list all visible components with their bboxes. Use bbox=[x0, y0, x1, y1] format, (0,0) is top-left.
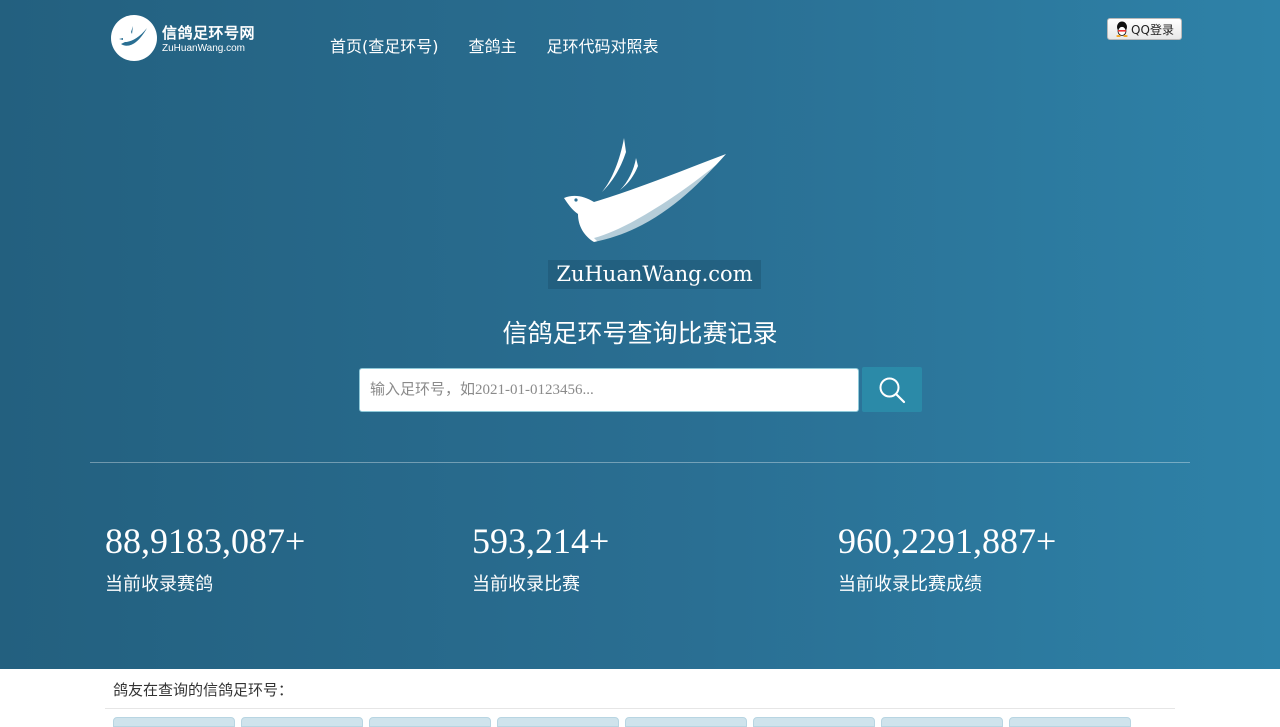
logo-subtitle: ZuHuanWang.com bbox=[162, 43, 245, 54]
logo-title: 信鸽足环号网 bbox=[162, 24, 256, 42]
recent-queries-title: 鸽友在查询的信鸽足环号： bbox=[113, 681, 294, 699]
stat-label: 当前收录比赛成绩 bbox=[838, 574, 982, 595]
ring-number-chip[interactable] bbox=[753, 717, 875, 727]
stat-value: 960,2291,887+ bbox=[838, 521, 1057, 561]
center-domain-text: ZuHuanWang.com bbox=[548, 260, 761, 289]
site-logo[interactable]: 信鸽足环号网 ZuHuanWang.com bbox=[110, 14, 270, 64]
center-logo: ZuHuanWang.com bbox=[548, 130, 768, 295]
ring-number-chip[interactable] bbox=[113, 717, 235, 727]
recent-divider bbox=[105, 708, 1175, 709]
stat-pigeons: 88,9183,087+ 当前收录赛鸽 bbox=[105, 520, 305, 596]
search-button[interactable] bbox=[862, 367, 922, 412]
hero-banner: 信鸽足环号网 ZuHuanWang.com 首页(查足环号) 查鸽主 足环代码对… bbox=[0, 0, 1280, 669]
stat-results: 960,2291,887+ 当前收录比赛成绩 bbox=[838, 520, 1056, 596]
recent-queries-section: 鸽友在查询的信鸽足环号： bbox=[0, 669, 1280, 727]
ring-number-chip[interactable] bbox=[369, 717, 491, 727]
hero-divider bbox=[90, 462, 1190, 463]
swallow-logo-icon bbox=[564, 138, 726, 244]
qq-login-label: QQ登录 bbox=[1131, 22, 1174, 37]
nav-item-code-table[interactable]: 足环代码对照表 bbox=[547, 33, 659, 57]
stat-value: 88,9183,087+ bbox=[105, 521, 306, 561]
stat-races: 593,214+ 当前收录比赛 bbox=[472, 520, 609, 596]
main-nav: 首页(查足环号) 查鸽主 足环代码对照表 bbox=[330, 33, 659, 57]
ring-number-chip[interactable] bbox=[881, 717, 1003, 727]
recent-ring-list bbox=[113, 717, 1131, 727]
page-title: 信鸽足环号查询比赛记录 bbox=[502, 319, 778, 348]
nav-item-home[interactable]: 首页(查足环号) bbox=[330, 33, 439, 57]
ring-number-search-input[interactable] bbox=[359, 368, 859, 412]
stat-label: 当前收录比赛 bbox=[472, 574, 580, 595]
search-icon bbox=[879, 377, 906, 403]
stat-value: 593,214+ bbox=[472, 521, 610, 561]
bird-logo-icon bbox=[111, 15, 157, 61]
ring-number-chip[interactable] bbox=[625, 717, 747, 727]
stat-label: 当前收录赛鸽 bbox=[105, 574, 213, 595]
qq-penguin-icon bbox=[1115, 21, 1129, 37]
ring-number-chip[interactable] bbox=[1009, 717, 1131, 727]
nav-item-owner-search[interactable]: 查鸽主 bbox=[469, 33, 517, 57]
ring-number-chip[interactable] bbox=[241, 717, 363, 727]
ring-number-chip[interactable] bbox=[497, 717, 619, 727]
qq-login-button[interactable]: QQ登录 bbox=[1107, 18, 1182, 40]
